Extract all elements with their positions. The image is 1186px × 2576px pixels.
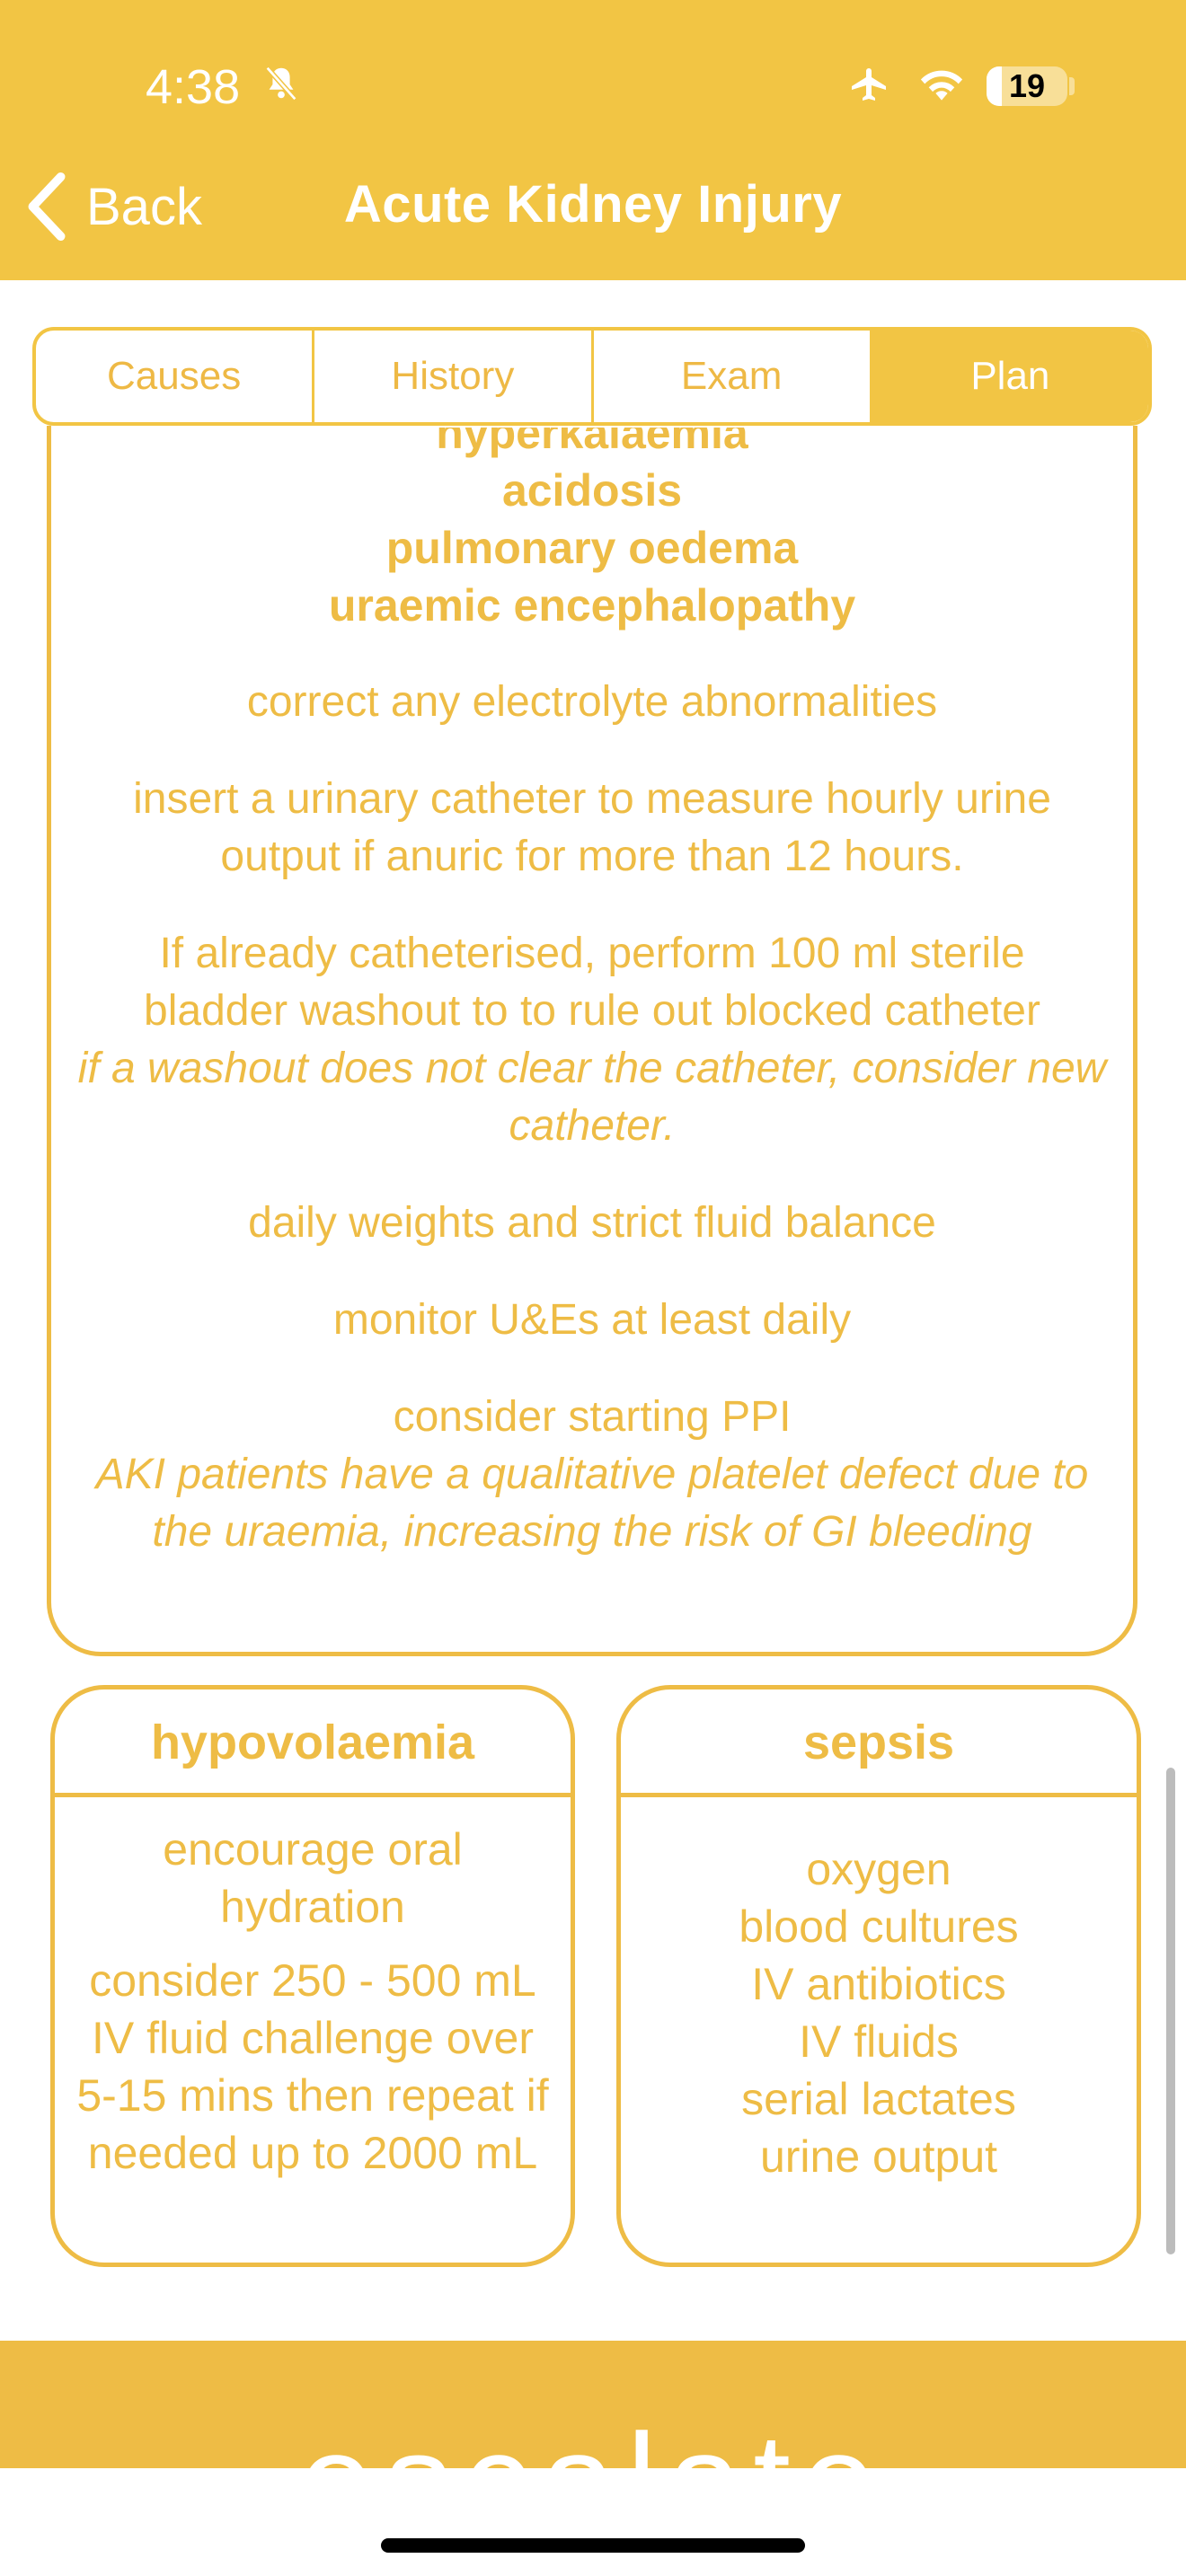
indication-item: hyperkalaemia [436,428,748,458]
battery-indicator: 19 [987,66,1067,106]
plan-step: daily weights and strict fluid balance [248,1199,936,1247]
battery-nub [1069,77,1075,95]
plan-step: correct any electrolyte abnormalities [246,678,938,726]
hypovolaemia-title: hypovolaemia [55,1689,571,1797]
sepsis-item: oxygen [806,1844,951,1894]
escalate-button[interactable]: escalate [0,2341,1186,2468]
indication-item: acidosis [501,465,683,516]
plan-step: If already catheterised, perform 100 ml … [50,925,1134,1155]
tab-plan[interactable]: Plan [872,331,1148,422]
plan-step-note: if a washout does not clear the catheter… [77,1045,1107,1150]
tab-causes[interactable]: Causes [36,331,315,422]
plan-step-note: AKI patients have a qualitative platelet… [95,1451,1089,1556]
sepsis-item: blood cultures [739,1901,1019,1952]
indication-item: pulmonary oedema [385,523,799,573]
indication-item: uraemic encephalopathy [328,580,856,631]
sepsis-body: oxygen blood cultures IV antibiotics IV … [621,1797,1137,2185]
plan-card-content: hyperkalaemia acidosis pulmonary oedema … [50,428,1134,1561]
back-label: Back [86,177,202,236]
chevron-left-icon [28,172,66,242]
hypovolaemia-item: encourage oral hydration [163,1824,463,1932]
tab-exam[interactable]: Exam [594,331,872,422]
sepsis-item: IV fluids [799,2016,959,2067]
sepsis-item: urine output [759,2131,998,2182]
hypovolaemia-item: consider 250 - 500 mL IV fluid challenge… [76,1955,549,2178]
sepsis-card: sepsis oxygen blood cultures IV antibiot… [616,1685,1141,2267]
sepsis-item: IV antibiotics [751,1959,1006,2009]
segmented-tabs: Causes History Exam Plan [32,327,1152,426]
hypovolaemia-card: hypovolaemia encourage oral hydration co… [50,1685,575,2267]
hypovolaemia-body: encourage oral hydration consider 250 - … [55,1797,571,2182]
tab-history[interactable]: History [314,331,594,422]
escalate-label: escalate [0,2404,1186,2468]
plan-step: monitor U&Es at least daily [332,1296,852,1344]
home-indicator[interactable] [381,2538,805,2553]
plan-step: consider starting PPI AKI patients have … [50,1389,1134,1561]
app-header: 4:38 19 Acute Kidney Injury Back [0,0,1186,280]
plan-step: insert a urinary catheter to measure hou… [133,775,1051,880]
bell-slash-icon [265,66,297,101]
battery-level: 19 [1008,67,1046,104]
wifi-icon [920,70,963,101]
sepsis-title: sepsis [621,1689,1137,1797]
status-time: 4:38 [146,60,241,114]
sepsis-item: serial lactates [741,2074,1016,2124]
scrollbar[interactable] [1166,1768,1175,2254]
back-button[interactable]: Back [25,171,202,243]
airplane-icon [852,68,886,101]
